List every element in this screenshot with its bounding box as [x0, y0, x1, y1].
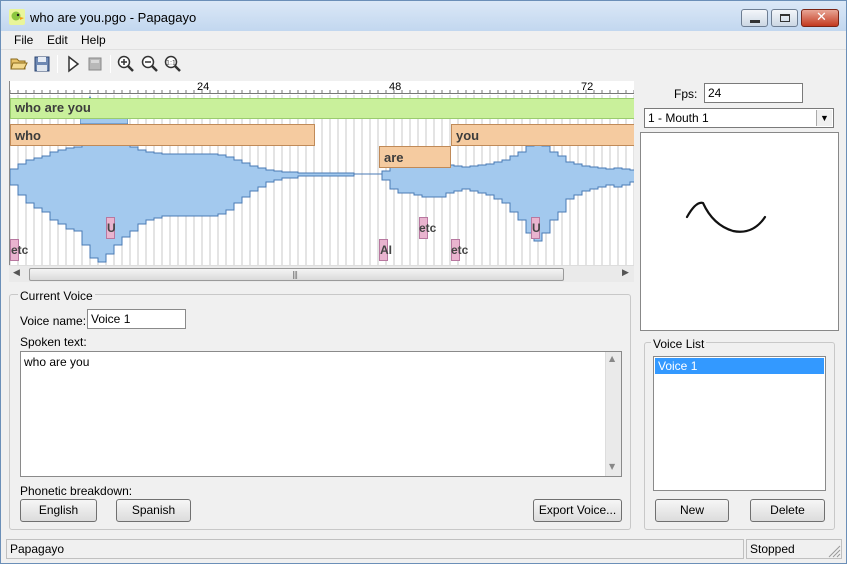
toolbar: 1:1 [1, 51, 846, 76]
word-bar-who[interactable]: who [10, 124, 315, 146]
open-icon[interactable] [9, 54, 29, 74]
new-voice-button[interactable]: New [655, 499, 729, 522]
status-bar-left: Papagayo [6, 539, 744, 559]
mouth-drawing [685, 201, 767, 233]
timeline-scrollbar[interactable]: ◀ ||| ▶ [9, 265, 634, 282]
word-label: who [15, 128, 41, 143]
current-voice-title: Current Voice [18, 289, 95, 303]
word-bar-are[interactable]: are [379, 146, 451, 168]
word-label: are [384, 150, 404, 165]
phoneme-label: AI [380, 243, 392, 257]
menu-bar: File Edit Help [1, 31, 846, 50]
mouth-select-value: 1 - Mouth 1 [648, 111, 709, 125]
spoken-text-scrollbar[interactable]: ▲ ▼ [605, 352, 621, 476]
scroll-down-icon[interactable]: ▼ [609, 462, 615, 471]
chevron-down-icon[interactable]: ▼ [816, 110, 832, 126]
english-button[interactable]: English [20, 499, 97, 522]
delete-voice-button[interactable]: Delete [750, 499, 825, 522]
word-bar-you[interactable]: you [451, 124, 634, 146]
svg-text:1:1: 1:1 [166, 60, 176, 67]
scrollbar-thumb[interactable]: ||| [29, 268, 564, 281]
play-icon[interactable] [63, 54, 83, 74]
menu-file[interactable]: File [14, 33, 33, 47]
save-icon[interactable] [32, 54, 52, 74]
close-button[interactable]: ✕ [801, 9, 839, 27]
toolbar-separator [57, 55, 58, 73]
menu-help[interactable]: Help [81, 33, 106, 47]
word-label: you [456, 128, 480, 143]
zoom-out-icon[interactable] [140, 54, 160, 74]
phrase-bar[interactable]: who are you [10, 98, 634, 119]
voice-name-label: Voice name: [20, 314, 87, 328]
toolbar-separator [110, 55, 111, 73]
scroll-right-icon[interactable]: ▶ [622, 268, 629, 278]
mouth-select[interactable]: 1 - Mouth 1 ▼ [644, 108, 834, 128]
spoken-text-label: Spoken text: [20, 335, 87, 349]
waveform-timeline[interactable]: 24 48 72 who are you who are you etc U A… [9, 81, 634, 265]
parrot-app-icon [9, 9, 25, 25]
scroll-left-icon[interactable]: ◀ [13, 268, 20, 278]
spoken-text-value: who are you [24, 355, 90, 369]
voice-name-input[interactable]: Voice 1 [87, 309, 186, 329]
resize-grip-icon[interactable] [827, 544, 841, 558]
minimize-button[interactable] [741, 9, 768, 27]
phonetic-label: Phonetic breakdown: [20, 484, 133, 498]
window-title: who are you.pgo - Papagayo [30, 10, 197, 25]
spanish-button[interactable]: Spanish [116, 499, 191, 522]
export-voice-button[interactable]: Export Voice... [533, 499, 622, 522]
zoom-reset-icon[interactable]: 1:1 [163, 54, 183, 74]
voice-list-box[interactable]: Voice 1 [653, 356, 826, 491]
maximize-button[interactable] [771, 9, 798, 27]
phoneme-label: U [107, 221, 116, 235]
minimize-icon [750, 20, 760, 23]
phrase-label: who are you [15, 100, 91, 115]
fps-input[interactable]: 24 [704, 83, 803, 103]
maximize-icon [780, 14, 790, 22]
menu-edit[interactable]: Edit [47, 33, 68, 47]
phoneme-label: U [532, 221, 541, 235]
grip-icon: ||| [292, 270, 298, 279]
spoken-text-area[interactable]: who are you ▲ ▼ [20, 351, 622, 477]
ruler-label-48: 48 [389, 81, 402, 93]
fps-label: Fps: [674, 87, 698, 101]
phoneme-label: etc [451, 243, 469, 257]
zoom-in-icon[interactable] [116, 54, 136, 74]
ruler-label-72: 72 [581, 81, 594, 93]
scroll-up-icon[interactable]: ▲ [609, 354, 615, 363]
stop-icon[interactable] [85, 54, 105, 74]
close-icon: ✕ [816, 10, 827, 25]
phoneme-label: etc [11, 243, 29, 257]
phoneme-label: etc [419, 221, 437, 235]
voice-list-title: Voice List [651, 337, 707, 351]
voice-list-item[interactable]: Voice 1 [655, 358, 824, 374]
main-window: who are you.pgo - Papagayo ✕ File Edit H… [0, 0, 847, 564]
ruler-label-24: 24 [197, 81, 210, 93]
mouth-preview [640, 132, 839, 331]
title-bar: who are you.pgo - Papagayo ✕ [1, 1, 846, 31]
